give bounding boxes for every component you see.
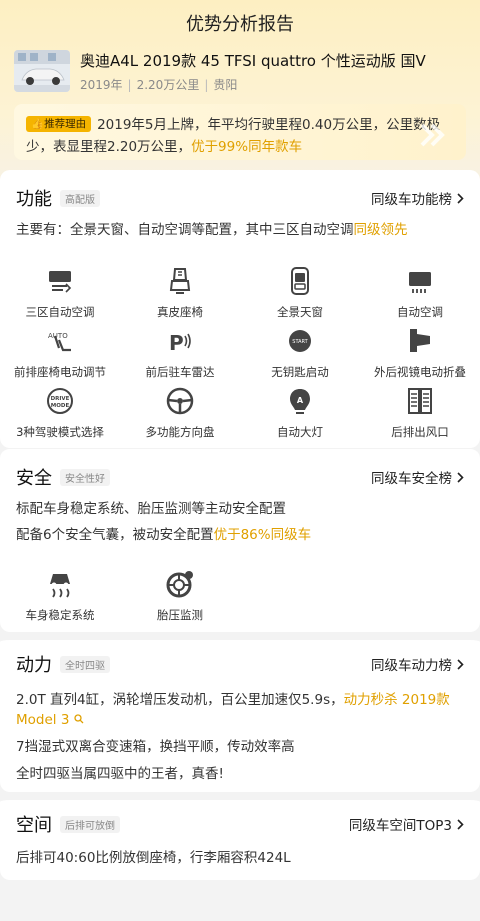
auto-headlight-icon: A xyxy=(290,389,310,414)
chevron-decor-icon xyxy=(420,123,445,147)
space-section: 空间 后排可放倒 同级车空间TOP3 后排可40:60比例放倒座椅，行李厢容积4… xyxy=(0,792,480,880)
function-header: 功能 高配版 xyxy=(16,186,100,210)
svg-text:DRIVE: DRIVE xyxy=(51,396,70,402)
function-description: 主要有：全景天窗、自动空调等配置，其中三区自动空调同级领先 xyxy=(16,222,408,238)
parking-radar-icon: P xyxy=(169,331,191,355)
feature-item: P 前后驻车雷达 xyxy=(120,326,240,386)
svg-text:AUTO: AUTO xyxy=(48,332,68,340)
power-highlight: 动力秒杀 2019款 xyxy=(343,692,450,708)
function-tag: 高配版 xyxy=(60,189,100,207)
feature-item: START 无钥匙启动 xyxy=(240,326,360,386)
function-section: 功能 高配版 同级车功能榜 主要有：全景天窗、自动空调等配置，其中三区自动空调同… xyxy=(0,170,480,448)
feature-item: A 自动大灯 xyxy=(240,386,360,446)
car-title: 奥迪A4L 2019款 45 TFSI quattro 个性运动版 国V xyxy=(80,52,426,70)
feature-item: 多功能方向盘 xyxy=(120,386,240,446)
feature-item: 车身稳定系统 xyxy=(0,569,120,629)
power-description-3: 全时四驱当属四驱中的王者，真香! xyxy=(16,766,224,782)
svg-text:MODE: MODE xyxy=(51,403,70,409)
power-ranking-link[interactable]: 同级车动力榜 xyxy=(371,654,464,674)
safety-section: 安全 安全性好 同级车安全榜 标配车身稳定系统、胎压监测等主动安全配置 配备6个… xyxy=(0,448,480,632)
page-bottom xyxy=(0,880,480,921)
safety-tag: 安全性好 xyxy=(60,468,110,486)
safety-description: 标配车身稳定系统、胎压监测等主动安全配置 xyxy=(16,501,286,517)
space-header: 空间 后排可放倒 xyxy=(16,812,120,836)
page-title: 优势分析报告 xyxy=(186,14,294,35)
power-highlight-link[interactable]: Model 3 xyxy=(16,710,84,730)
thumbs-up-icon: 👍 xyxy=(31,118,45,130)
feature-item: 胎压监测 xyxy=(120,569,240,629)
feature-item: 自动空调 xyxy=(360,266,480,326)
function-title: 功能 xyxy=(16,189,52,210)
car-city: 贵阳 xyxy=(213,78,238,92)
power-description-2: 7挡湿式双离合变速箱，换挡平顺，传动效率高 xyxy=(16,739,295,755)
feature-item: 真皮座椅 xyxy=(120,266,240,326)
feature-item: 全景天窗 xyxy=(240,266,360,326)
space-title: 空间 xyxy=(16,815,52,836)
power-header: 动力 全时四驱 xyxy=(16,652,110,676)
meta-divider: | xyxy=(127,78,132,92)
safety-ranking-link[interactable]: 同级车安全榜 xyxy=(371,467,464,487)
safety-header: 安全 安全性好 xyxy=(16,465,110,489)
feature-item: 后排出风口 xyxy=(360,386,480,446)
safety-description-2: 配备6个安全气囊，被动安全配置优于86%同级车 xyxy=(16,527,312,543)
power-description: 2.0T 直列4缸，涡轮增压发动机，百公里加速仅5.9s，动力秒杀 2019款 xyxy=(16,692,450,708)
function-ranking-link[interactable]: 同级车功能榜 xyxy=(371,188,464,208)
chevron-right-icon xyxy=(457,818,464,830)
search-icon xyxy=(74,714,84,724)
space-tag: 后排可放倒 xyxy=(60,815,120,833)
car-year: 2019年 xyxy=(80,78,123,92)
esp-icon xyxy=(50,574,70,598)
mirror-fold-icon xyxy=(410,329,430,352)
feature-item: 外后视镜电动折叠 xyxy=(360,326,480,386)
space-ranking-link[interactable]: 同级车空间TOP3 xyxy=(349,814,464,834)
feature-item: DRIVE MODE 3种驾驶模式选择 xyxy=(0,386,120,446)
recommend-reason-card: 👍推荐理由 2019年5月上牌，年平均行驶里程0.40万公里，公里数极少，表显里程… xyxy=(14,104,466,160)
recommend-badge: 👍推荐理由 xyxy=(26,116,92,132)
panoramic-sunroof-icon xyxy=(291,267,309,295)
auto-ac-icon xyxy=(409,272,431,293)
power-seat-icon: AUTO xyxy=(48,332,71,352)
car-mileage: 2.20万公里 xyxy=(136,78,200,92)
recommend-reason: 👍推荐理由 2019年5月上牌，年平均行驶里程0.40万公里，公里数极少，表显里程… xyxy=(26,114,454,158)
leather-seat-icon xyxy=(169,268,191,294)
chevron-right-icon xyxy=(457,192,464,204)
steering-wheel-icon xyxy=(166,387,194,415)
car-meta: 2019年 | 2.20万公里 | 贵阳 xyxy=(80,76,237,93)
car-summary[interactable]: 奥迪A4L 2019款 45 TFSI quattro 个性运动版 国V 201… xyxy=(14,48,470,98)
chevron-right-icon xyxy=(457,471,464,483)
safety-highlight: 优于86%同级车 xyxy=(213,527,312,543)
power-title: 动力 xyxy=(16,655,52,676)
svg-text:P: P xyxy=(169,331,184,355)
keyless-start-icon: START xyxy=(289,330,311,352)
space-description: 后排可40:60比例放倒座椅，行李厢容积424L xyxy=(16,850,291,866)
svg-text:START: START xyxy=(292,339,308,345)
rear-vent-icon xyxy=(408,388,432,414)
meta-divider: | xyxy=(204,78,209,92)
car-thumbnail xyxy=(14,50,70,92)
drive-mode-icon: DRIVE MODE xyxy=(47,388,73,414)
tire-pressure-icon xyxy=(166,571,193,598)
power-tag: 全时四驱 xyxy=(60,655,110,673)
tri-zone-ac-icon xyxy=(49,271,72,293)
safety-title: 安全 xyxy=(16,468,52,489)
power-section: 动力 全时四驱 同级车动力榜 2.0T 直列4缸，涡轮增压发动机，百公里加速仅5… xyxy=(0,632,480,792)
feature-item: AUTO 前排座椅电动调节 xyxy=(0,326,120,386)
svg-text:A: A xyxy=(297,396,304,405)
function-highlight: 同级领先 xyxy=(353,222,408,238)
feature-item: 三区自动空调 xyxy=(0,266,120,326)
chevron-right-icon xyxy=(457,658,464,670)
recommend-highlight: 优于99%同年款车 xyxy=(191,139,303,155)
